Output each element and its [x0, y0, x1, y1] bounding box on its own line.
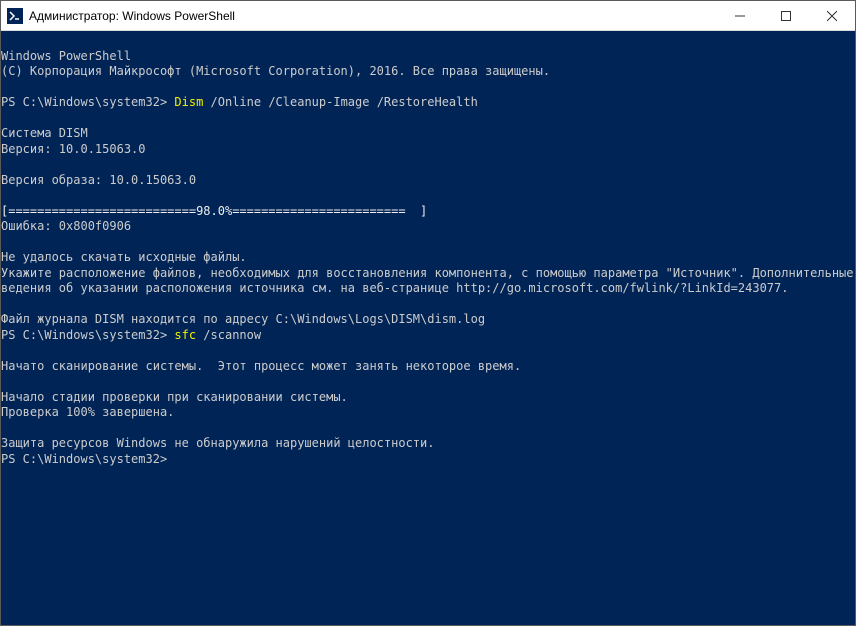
output-line: Cистема DISM: [1, 126, 88, 140]
output-blank: [1, 80, 8, 94]
error-line: Ошибка: 0x800f0906: [1, 219, 131, 233]
progress-bar: [==========================98.0%========…: [1, 204, 427, 218]
output-blank: [1, 235, 8, 249]
powershell-window: Администратор: Windows PowerShell Window…: [0, 0, 856, 626]
command: Dism: [174, 95, 203, 109]
prompt-line: PS C:\Windows\system32>: [1, 452, 167, 466]
output-blank: [1, 188, 8, 202]
output-line: Версия образа: 10.0.15063.0: [1, 173, 196, 187]
window-title: Администратор: Windows PowerShell: [29, 9, 717, 23]
minimize-button[interactable]: [717, 1, 763, 30]
output-line: Версия: 10.0.15063.0: [1, 142, 146, 156]
output-line: ведения об указании расположения источни…: [1, 281, 788, 295]
output-blank: [1, 297, 8, 311]
output-blank: [1, 157, 8, 171]
powershell-icon: [7, 8, 23, 24]
output-line: Защита ресурсов Windows не обнаружила на…: [1, 436, 434, 450]
output-blank: [1, 111, 8, 125]
output-blank: [1, 374, 8, 388]
output-line: Начато сканирование системы. Этот процес…: [1, 359, 521, 373]
prompt-line: PS C:\Windows\system32> sfc /scannow: [1, 328, 261, 342]
command: sfc: [174, 328, 196, 342]
output-line: Не удалось скачать исходные файлы.: [1, 250, 247, 264]
output-line: Файл журнала DISM находится по адресу C:…: [1, 312, 485, 326]
close-button[interactable]: [809, 1, 855, 30]
titlebar[interactable]: Администратор: Windows PowerShell: [1, 1, 855, 31]
terminal-output[interactable]: Windows PowerShell (C) Корпорация Майкро…: [1, 31, 855, 625]
output-blank: [1, 343, 8, 357]
output-line: Windows PowerShell: [1, 49, 131, 63]
output-line: Начало стадии проверки при сканировании …: [1, 390, 348, 404]
window-controls: [717, 1, 855, 30]
output-line: Проверка 100% завершена.: [1, 405, 174, 419]
output-line: (C) Корпорация Майкрософт (Microsoft Cor…: [1, 64, 550, 78]
maximize-button[interactable]: [763, 1, 809, 30]
prompt-line: PS C:\Windows\system32> Dism /Online /Cl…: [1, 95, 478, 109]
output-line: Укажите расположение файлов, необходимых…: [1, 266, 855, 280]
output-blank: [1, 421, 8, 435]
